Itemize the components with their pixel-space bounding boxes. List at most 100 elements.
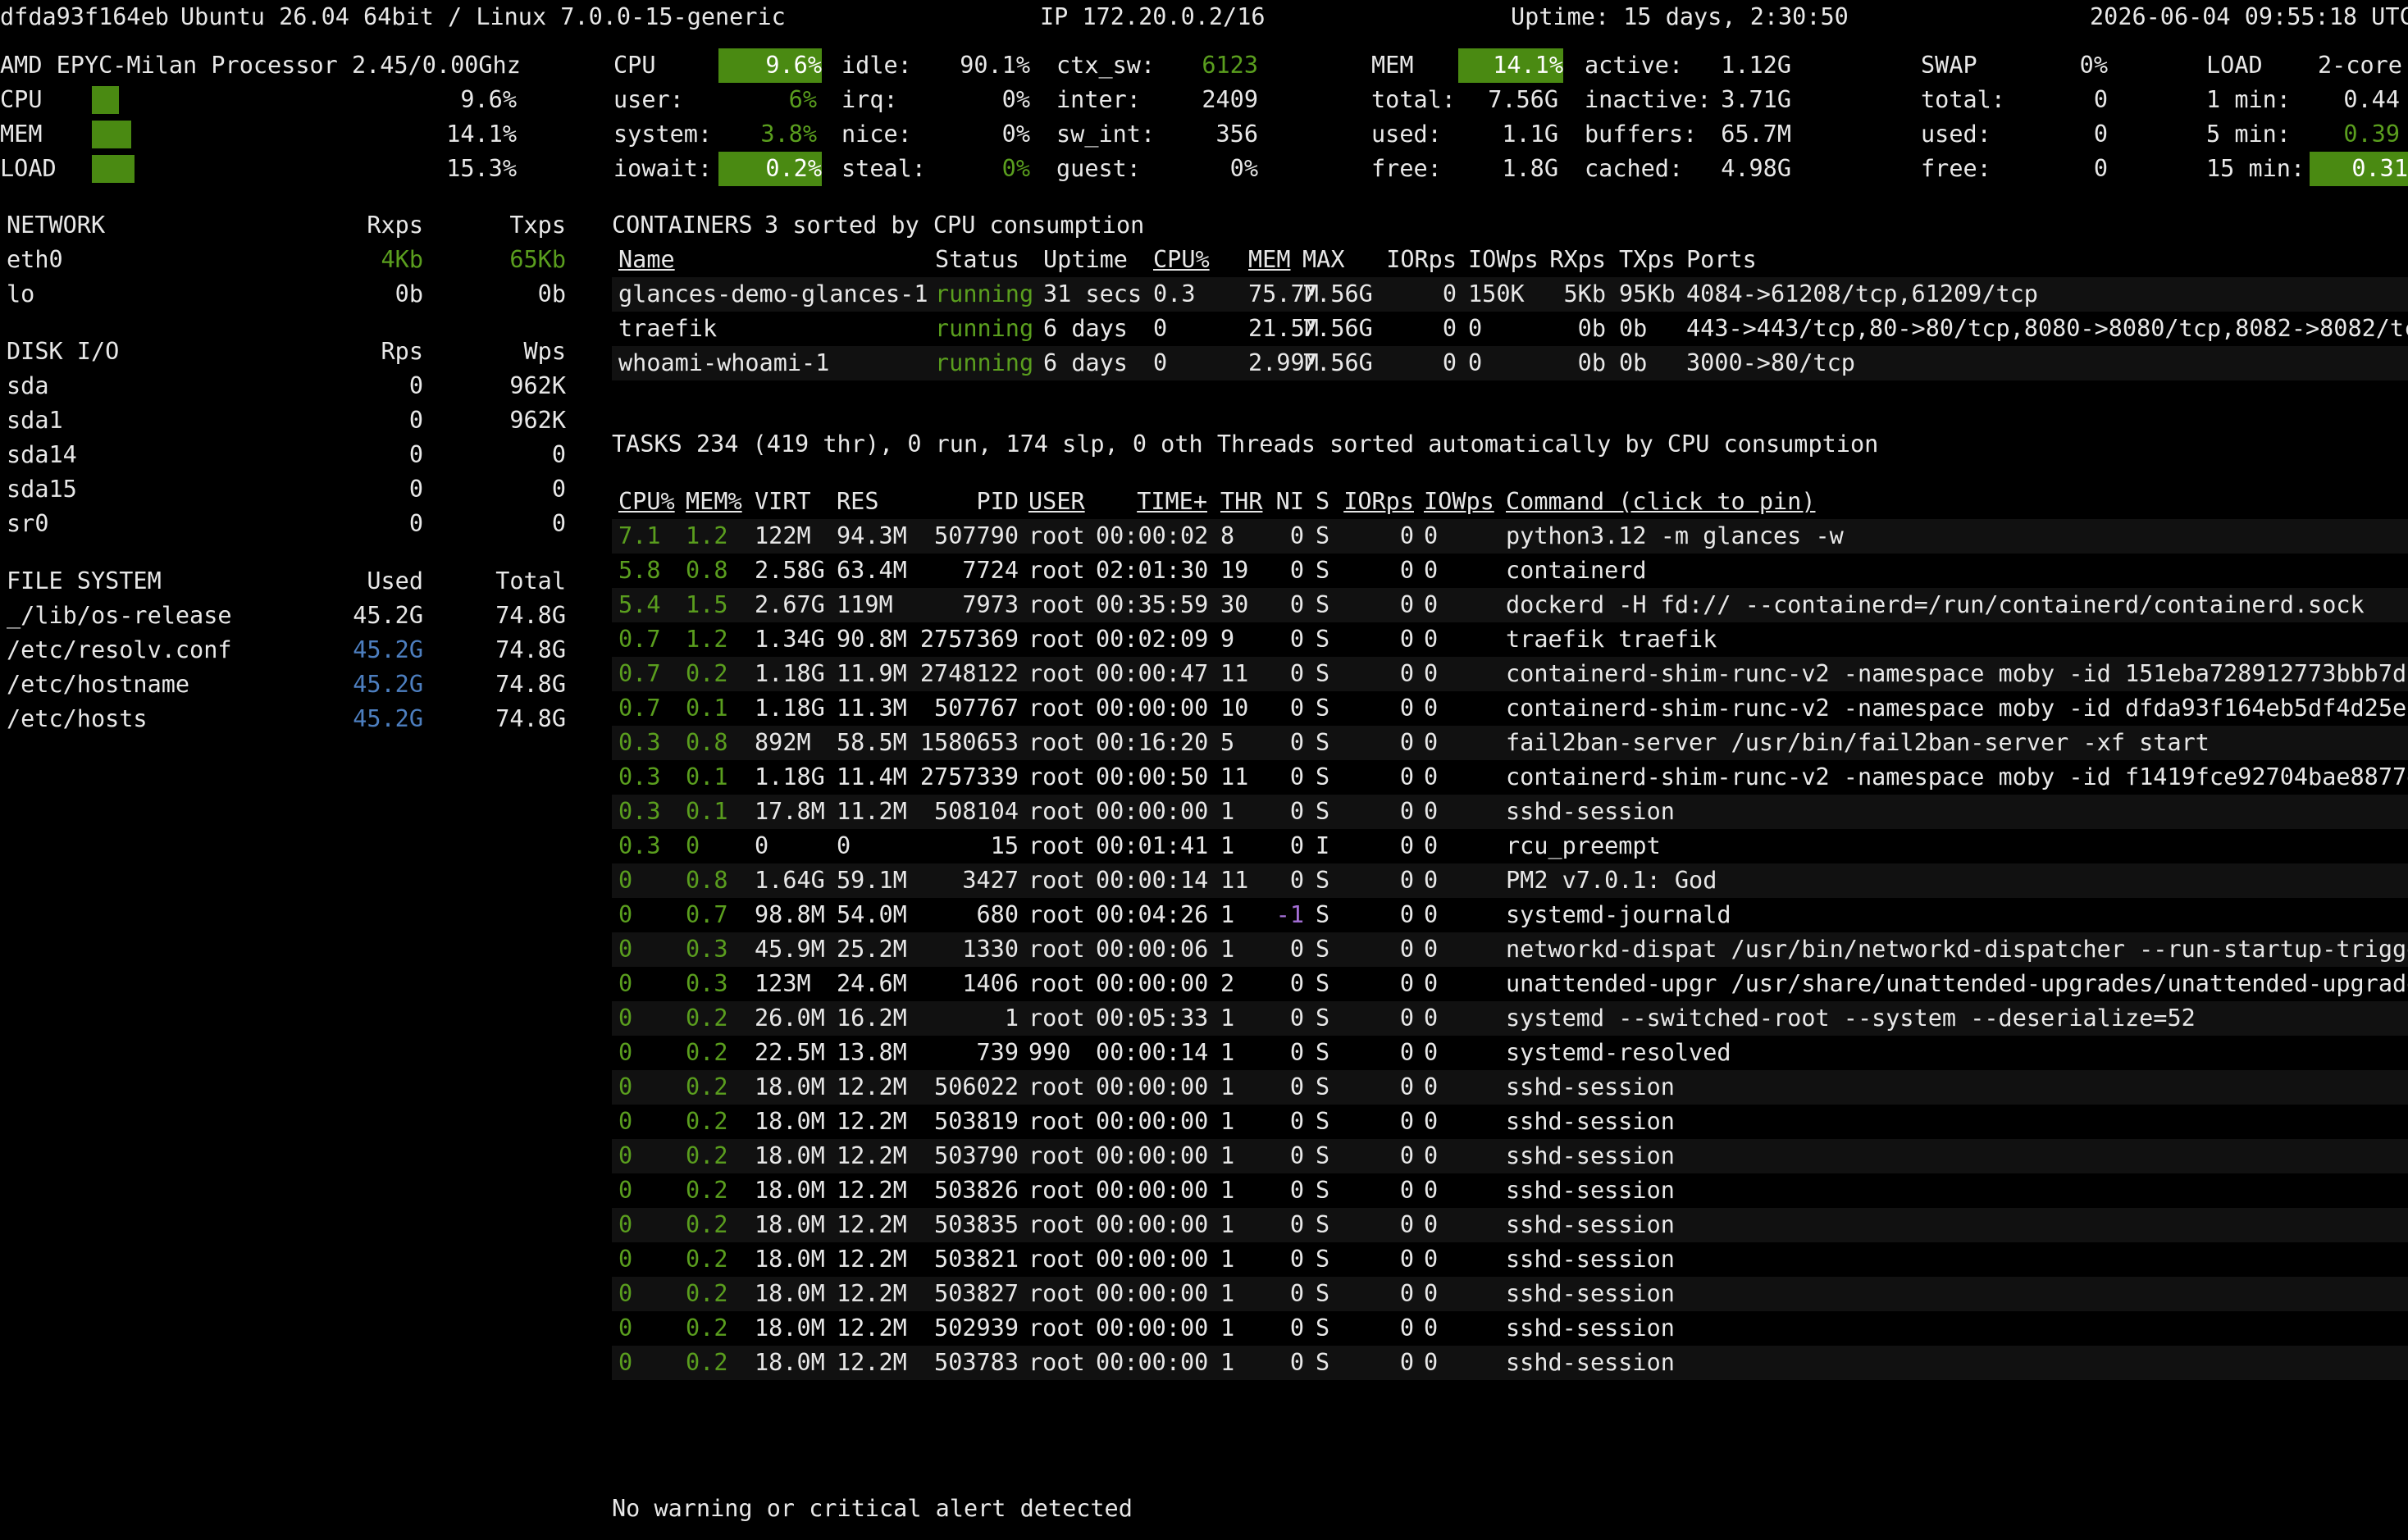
process-header-iow[interactable]: IOWps — [1424, 485, 1494, 519]
process-virt: 2.58G — [755, 557, 825, 584]
mem-inactive-label: inactive: — [1585, 86, 1712, 113]
disk-name: sda14 — [7, 441, 77, 468]
process-header-cpu[interactable]: CPU% — [618, 485, 675, 519]
container-ports: 443->443/tcp,80->80/tcp,8080->8080/tcp,8… — [1686, 315, 2408, 342]
process-header-user[interactable]: USER — [1028, 485, 1085, 519]
process-cmd[interactable]: rcu_preempt — [1506, 829, 1661, 863]
process-cmd[interactable]: systemd-journald — [1506, 898, 1731, 932]
process-ni: 0 — [1289, 1280, 1304, 1307]
container-header-mem[interactable]: MEM — [1248, 243, 1290, 277]
process-cmd[interactable]: sshd-session — [1506, 795, 1675, 829]
process-s: I — [1316, 832, 1330, 859]
process-user: root — [1028, 591, 1085, 618]
process-cmd[interactable]: dockerd -H fd:// --containerd=/run/conta… — [1506, 588, 2365, 622]
process-cmd[interactable]: sshd-session — [1506, 1139, 1675, 1173]
process-header-thr[interactable]: THR — [1220, 485, 1262, 519]
process-mem: 0.8 — [686, 729, 728, 756]
container-iow: 0 — [1468, 315, 1483, 342]
process-pid: 3427 — [962, 867, 1019, 894]
process-ni: 0 — [1289, 867, 1304, 894]
process-mem: 0.7 — [686, 901, 728, 928]
process-cmd[interactable]: networkd-dispat /usr/bin/networkd-dispat… — [1506, 932, 2408, 967]
process-pid: 507790 — [934, 522, 1019, 549]
process-header-ior[interactable]: IORps — [1342, 485, 1414, 519]
process-ior: 0 — [1399, 832, 1414, 859]
process-header-mem[interactable]: MEM% — [686, 485, 742, 519]
container-row-stripe — [612, 346, 2408, 380]
process-cpu: 0 — [618, 1005, 633, 1032]
process-cmd[interactable]: traefik traefik — [1506, 622, 1717, 657]
process-time: 00:16:20 — [1096, 729, 1209, 756]
process-res: 11.9M — [837, 660, 907, 687]
process-time: 00:02:09 — [1096, 626, 1209, 653]
process-thr: 30 — [1220, 591, 1249, 618]
container-header-name[interactable]: Name — [618, 243, 675, 277]
process-s: S — [1316, 1108, 1330, 1135]
process-cmd[interactable]: sshd-session — [1506, 1208, 1675, 1242]
process-time: 00:35:59 — [1096, 591, 1209, 618]
process-cpu: 0 — [618, 936, 633, 963]
process-iow: 0 — [1424, 591, 1439, 618]
process-res: 11.2M — [837, 798, 907, 825]
process-cmd[interactable]: systemd --switched-root --system --deser… — [1506, 1001, 2196, 1036]
process-cpu: 0 — [618, 1177, 633, 1204]
cpu-iowait-label: iowait: — [613, 155, 713, 182]
process-virt: 22.5M — [755, 1039, 825, 1066]
process-cmd[interactable]: sshd-session — [1506, 1070, 1675, 1105]
process-cmd[interactable]: sshd-session — [1506, 1346, 1675, 1380]
process-cmd[interactable]: sshd-session — [1506, 1173, 1675, 1208]
process-thr: 1 — [1220, 832, 1235, 859]
filesystem-total-header: Total — [495, 567, 566, 595]
process-cmd[interactable]: fail2ban-server /usr/bin/fail2ban-server… — [1506, 726, 2210, 760]
process-cmd[interactable]: sshd-session — [1506, 1242, 1675, 1277]
process-pid: 503827 — [934, 1280, 1019, 1307]
disk-read-value: 0 — [408, 510, 423, 537]
process-cmd[interactable]: containerd-shim-runc-v2 -namespace moby … — [1506, 760, 2408, 795]
process-time: 00:00:02 — [1096, 522, 1209, 549]
process-thr: 1 — [1220, 1005, 1235, 1032]
process-pid: 1330 — [962, 936, 1019, 963]
process-cmd[interactable]: sshd-session — [1506, 1277, 1675, 1311]
process-thr: 1 — [1220, 1073, 1235, 1100]
disk-name: sda — [7, 372, 49, 399]
process-cmd[interactable]: systemd-resolved — [1506, 1036, 1731, 1070]
process-pid: 739 — [976, 1039, 1019, 1066]
filesystem-total-value: 74.8G — [495, 636, 566, 663]
process-cmd[interactable]: PM2 v7.0.1: God — [1506, 863, 1717, 898]
process-user: root — [1028, 970, 1085, 997]
process-user: root — [1028, 1280, 1085, 1307]
container-header-tx: TXps — [1619, 246, 1676, 273]
process-time: 00:01:41 — [1096, 832, 1209, 859]
process-iow: 0 — [1424, 1177, 1439, 1204]
network-title: NETWORK — [7, 212, 106, 239]
cpu-model: AMD EPYC-Milan Processor 2.45/0.00Ghz — [0, 52, 521, 79]
process-ior: 0 — [1399, 1246, 1414, 1273]
process-s: S — [1316, 763, 1330, 791]
process-thr: 1 — [1220, 1280, 1235, 1307]
container-header-cpu[interactable]: CPU% — [1153, 243, 1210, 277]
process-virt: 45.9M — [755, 936, 825, 963]
hostname: dfda93f164eb — [0, 3, 169, 30]
network-interface: lo — [7, 280, 35, 308]
process-cmd[interactable]: sshd-session — [1506, 1105, 1675, 1139]
process-cmd[interactable]: containerd-shim-runc-v2 -namespace moby … — [1506, 657, 2408, 691]
container-header-status: Status — [935, 246, 1019, 273]
diskio-title: DISK I/O — [7, 338, 120, 365]
container-name: traefik — [618, 315, 718, 342]
container-tx: 95Kb — [1619, 280, 1676, 308]
process-cmd[interactable]: containerd — [1506, 554, 1647, 588]
process-cmd[interactable]: containerd-shim-runc-v2 -namespace moby … — [1506, 691, 2408, 726]
process-user: root — [1028, 901, 1085, 928]
load-cores: 2-core — [2318, 52, 2402, 79]
process-cmd[interactable]: unattended-upgr /usr/share/unattended-up… — [1506, 967, 2408, 1001]
mem-title: MEM — [1371, 52, 1414, 79]
process-iow: 0 — [1424, 1246, 1439, 1273]
filesystem-used-value: 45.2G — [353, 602, 423, 629]
process-virt: 18.0M — [755, 1280, 825, 1307]
process-ior: 0 — [1399, 1142, 1414, 1169]
process-mem: 0.1 — [686, 695, 728, 722]
process-header-cmd[interactable]: Command (click to pin) — [1506, 485, 1816, 519]
process-cmd[interactable]: python3.12 -m glances -w — [1506, 519, 1844, 554]
process-cmd[interactable]: sshd-session — [1506, 1311, 1675, 1346]
process-header-time[interactable]: TIME+ — [1096, 485, 1207, 519]
